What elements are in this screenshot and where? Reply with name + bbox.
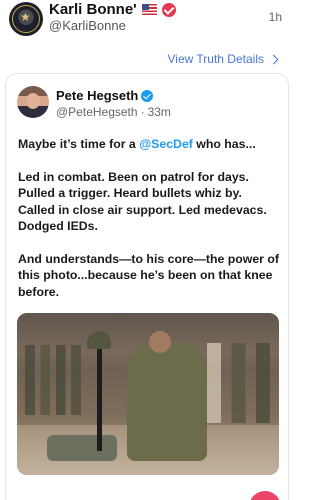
quoted-post-card[interactable]: Pete Hegseth @PeteHegseth · 33m Maybe it’s…	[5, 73, 289, 500]
photo-rifle	[97, 341, 102, 451]
quoted-post-text: Maybe it’s time for a @SecDef who has...…	[18, 136, 282, 316]
paragraph: And understands—to his core—the power of…	[18, 251, 279, 299]
post-timestamp: 1h	[268, 10, 282, 24]
view-truth-details-label: View Truth Details	[167, 52, 265, 66]
post-header: ★ Karli Bonne' @KarliBonne 1h	[0, 0, 294, 40]
post-photo[interactable]	[17, 313, 279, 475]
author-name-row: Karli Bonne'	[49, 1, 176, 18]
photo-kneeling-soldier	[127, 341, 207, 461]
avatar-face	[26, 93, 40, 109]
quoted-timestamp: 33m	[147, 105, 171, 119]
quoted-handle-row: @PeteHegseth · 33m	[56, 105, 171, 119]
author-display-name[interactable]: Karli Bonne'	[49, 1, 137, 18]
paragraph: Led in combat. Been on patrol for days. …	[18, 169, 267, 234]
us-flag-icon	[141, 4, 157, 15]
separator-dot: ·	[140, 105, 145, 119]
chevron-right-icon	[268, 54, 279, 64]
photo-helmet	[87, 331, 111, 349]
paragraph: Maybe it’s time for a @SecDef who has...	[18, 136, 282, 153]
quoted-handle[interactable]: @PeteHegseth	[56, 105, 138, 119]
quoted-name-row: Pete Hegseth	[56, 88, 154, 103]
quoted-avatar[interactable]	[17, 86, 49, 118]
quoted-display-name[interactable]: Pete Hegseth	[56, 88, 138, 103]
photo-crowd-right	[207, 343, 277, 423]
verified-badge-icon	[141, 89, 154, 102]
photo-boots	[47, 435, 117, 461]
photo-crowd-left	[25, 345, 95, 415]
photo-soldier-head	[149, 331, 171, 353]
view-truth-details-link[interactable]: View Truth Details	[167, 52, 279, 66]
author-handle[interactable]: @KarliBonne	[49, 18, 126, 33]
avatar[interactable]: ★	[9, 2, 43, 36]
star-icon: ★	[20, 10, 31, 24]
paragraph-text: Maybe it’s time for a	[18, 137, 140, 151]
paragraph-text: who has...	[192, 137, 256, 151]
mention-link[interactable]: @SecDef	[139, 137, 193, 151]
verified-badge-icon	[161, 2, 176, 17]
